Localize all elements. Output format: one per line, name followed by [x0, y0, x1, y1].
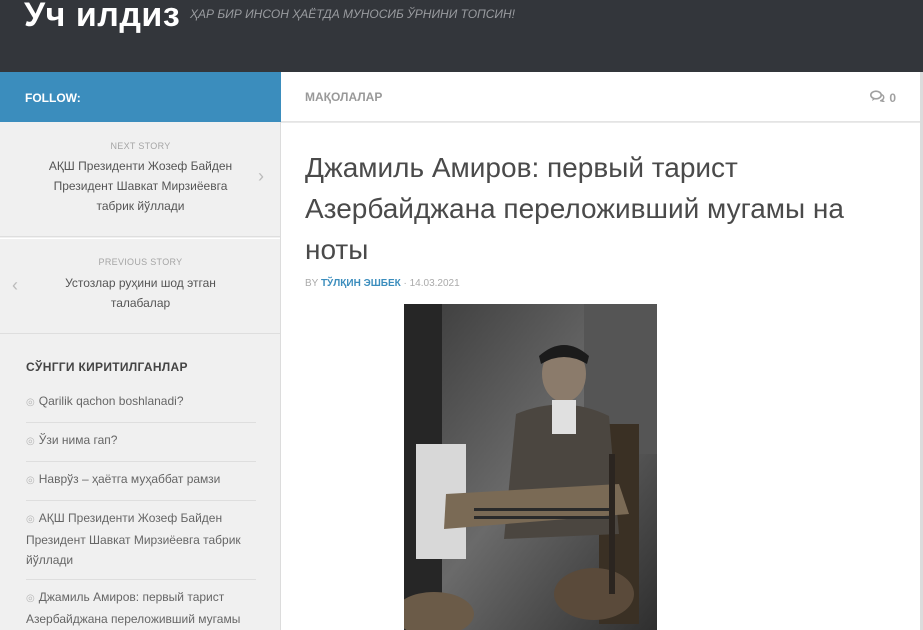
sidebar: NEXT STORY АҚШ Президенти Жозеф Байден П… — [0, 122, 281, 630]
chevron-left-icon[interactable]: ‹ — [12, 275, 18, 296]
category-label[interactable]: МАҚОЛАЛАР — [305, 90, 382, 104]
post-photo — [404, 304, 657, 630]
list-item[interactable]: ◎ Джамиль Амиров: первый тарист Азербайдж… — [26, 580, 256, 630]
bullet-icon: ◎ — [26, 593, 35, 604]
previous-story[interactable]: PREVIOUS STORY Устозлар руҳини шод этган… — [0, 238, 280, 334]
next-story[interactable]: NEXT STORY АҚШ Президенти Жозеф Байден П… — [0, 122, 280, 237]
next-story-title[interactable]: АҚШ Президенти Жозеф Байден Президент Ша… — [44, 156, 237, 216]
post-title: Джамиль Амиров: первый тарист Азербайджа… — [305, 152, 844, 265]
site-title[interactable]: Уч илдиз — [24, 0, 180, 35]
list-item[interactable]: ◎ Наврўз – ҳаётга муҳаббат рамзи — [26, 462, 256, 501]
byline-prefix: BY — [305, 278, 319, 289]
follow-bar: FOLLOW: — [0, 72, 281, 122]
bullet-icon: ◎ — [26, 514, 35, 525]
comment-count: 0 — [889, 90, 896, 105]
recent-posts-title: СЎНГГИ КИРИТИЛГАНЛАР — [26, 360, 188, 374]
follow-label: FOLLOW: — [25, 91, 81, 105]
author-link[interactable]: ТЎЛҚИН ЭШБЕК — [321, 278, 401, 289]
post-date: · 14.03.2021 — [403, 278, 460, 289]
post-byline: BY ТЎЛҚИН ЭШБЕК · 14.03.2021 — [305, 278, 460, 289]
next-story-kicker: NEXT STORY — [110, 141, 171, 151]
comment-count-link[interactable]: 0 — [870, 90, 896, 105]
previous-story-title[interactable]: Устозлар руҳини шод этган талабалар — [44, 273, 237, 313]
speech-bubbles-icon — [870, 90, 887, 105]
chevron-right-icon[interactable]: › — [258, 166, 264, 187]
list-item[interactable]: ◎ Ўзи нима гап? — [26, 423, 256, 462]
bullet-icon: ◎ — [26, 475, 35, 486]
content-topbar: МАҚОЛАЛАР 0 — [281, 72, 920, 122]
site-tagline: ҲАР БИР ИНСОН ҲАЁТДА МУНОСИБ ЎРНИНИ ТОПС… — [190, 7, 515, 21]
bullet-icon: ◎ — [26, 397, 35, 408]
site-header: Уч илдиз ҲАР БИР ИНСОН ҲАЁТДА МУНОСИБ ЎР… — [0, 0, 923, 72]
previous-story-kicker: PREVIOUS STORY — [98, 257, 183, 267]
list-item[interactable]: ◎ Qarilik qachon boshlanadi? — [26, 384, 256, 423]
main-content: Джамиль Амиров: первый тарист Азербайджа… — [281, 123, 920, 630]
bullet-icon: ◎ — [26, 436, 35, 447]
list-item[interactable]: ◎ АҚШ Президенти Жозеф Байден Президент Ш… — [26, 501, 256, 580]
recent-posts-list: ◎ Qarilik qachon boshlanadi? ◎ Ўзи нима га… — [26, 384, 256, 630]
